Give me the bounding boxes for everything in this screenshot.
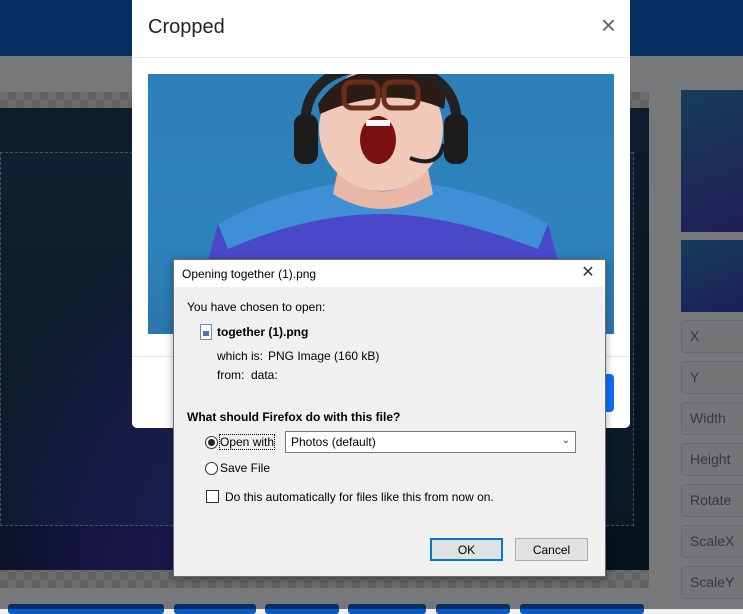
file-type: PNG Image (160 kB) xyxy=(268,349,380,363)
which-is-label: which is: xyxy=(217,349,264,363)
chosen-to-open-text: You have chosen to open: xyxy=(187,300,326,314)
open-with-app-select[interactable]: Photos (default) ⌄ xyxy=(285,431,576,453)
dialog-titlebar: Opening together (1).png ✕ xyxy=(174,260,605,287)
action-question: What should Firefox do with this file? xyxy=(187,410,401,424)
ok-button[interactable]: OK xyxy=(430,538,503,561)
file-icon xyxy=(200,324,212,340)
dialog-close-icon[interactable]: ✕ xyxy=(578,263,598,283)
auto-checkbox-label[interactable]: Do this automatically for files like thi… xyxy=(225,490,494,504)
from-label: from: xyxy=(217,368,245,382)
dialog-title: Opening together (1).png xyxy=(182,267,317,281)
modal-close-button[interactable]: × xyxy=(601,12,616,38)
firefox-open-dialog: Opening together (1).png ✕ You have chos… xyxy=(173,259,606,577)
file-source: data: xyxy=(251,368,278,382)
save-file-label[interactable]: Save File xyxy=(220,461,270,475)
open-with-label[interactable]: Open with xyxy=(218,434,276,450)
modal-title: Cropped xyxy=(148,16,225,38)
modal-header: Cropped × xyxy=(132,0,630,58)
open-with-radio[interactable] xyxy=(205,436,218,449)
cancel-button[interactable]: Cancel xyxy=(515,538,588,561)
file-name: together (1).png xyxy=(217,325,309,339)
auto-checkbox[interactable] xyxy=(206,490,219,503)
save-file-radio[interactable] xyxy=(205,462,218,475)
open-with-app-value: Photos (default) xyxy=(291,435,376,449)
chevron-down-icon: ⌄ xyxy=(561,435,570,446)
